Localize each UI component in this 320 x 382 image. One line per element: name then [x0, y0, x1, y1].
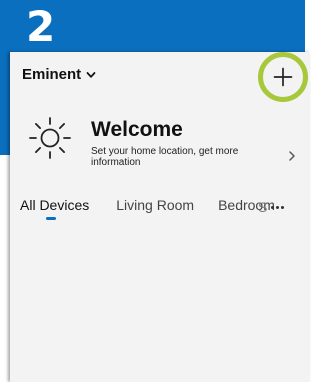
plus-icon — [273, 67, 293, 87]
more-icon — [269, 205, 285, 209]
step-number: 2 — [26, 2, 56, 51]
more-tabs-button[interactable]: S — [258, 199, 294, 215]
welcome-subtitle: Set your home location, get more informa… — [91, 146, 239, 168]
welcome-title: Welcome — [91, 118, 183, 141]
sun-icon — [29, 117, 71, 159]
tab-all-devices[interactable]: All Devices — [20, 192, 89, 220]
app-screen: Eminent Welcome Set your home location, — [10, 52, 310, 382]
chevron-right-icon — [289, 151, 295, 161]
welcome-card[interactable]: Welcome Set your home location, get more… — [22, 116, 302, 178]
home-selector[interactable]: Eminent — [22, 66, 96, 83]
add-device-button[interactable] — [258, 52, 308, 102]
chevron-down-icon — [86, 71, 96, 78]
tab-partial-label: S — [258, 199, 268, 215]
room-tabs: All Devices Living Room Bedroom S — [10, 192, 310, 232]
tab-living-room[interactable]: Living Room — [116, 192, 194, 213]
home-name: Eminent — [22, 66, 82, 83]
